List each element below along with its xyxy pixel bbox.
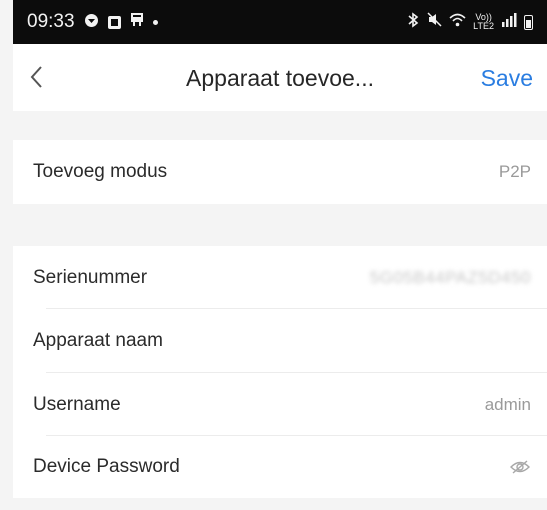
shield-icon <box>84 13 99 31</box>
bottom-area <box>13 498 547 510</box>
username-label: Username <box>33 393 121 415</box>
dot-icon <box>152 19 158 25</box>
add-mode-value: P2P <box>498 162 531 181</box>
section-gap <box>13 111 547 140</box>
sim-icon <box>130 11 144 33</box>
save-button[interactable]: Save <box>481 65 533 92</box>
eye-hidden-icon[interactable] <box>509 459 531 475</box>
nav-bar: Apparaat toevoe... Save <box>13 44 547 111</box>
page-title: Apparaat toevoe... <box>186 65 374 91</box>
device-name-label: Apparaat naam <box>33 330 163 351</box>
status-bar: 09:33 Vo)) LTE2 <box>13 0 547 44</box>
serial-number-value: 5G05B44PAZ5D450 <box>369 267 531 287</box>
add-mode-label: Toevoeg modus <box>33 161 168 182</box>
wifi-icon <box>449 13 466 32</box>
lte-indicator: Vo)) LTE2 <box>473 12 494 31</box>
username-field[interactable]: admin <box>485 395 547 415</box>
device-password-label: Device Password <box>33 456 180 477</box>
bluetooth-icon <box>406 11 420 33</box>
username-row[interactable]: Username admin <box>13 373 547 436</box>
gallery-icon <box>107 15 121 29</box>
serial-number-label: Serienummer <box>33 266 148 288</box>
serial-number-row[interactable]: Serienummer 5G05B44PAZ5D450 <box>13 246 547 309</box>
section-gap <box>13 204 547 246</box>
device-password-row[interactable]: Device Password <box>13 436 547 498</box>
battery-icon <box>524 14 533 30</box>
add-mode-row[interactable]: Toevoeg modus P2P <box>13 140 547 204</box>
signal-icon <box>501 12 517 32</box>
status-time: 09:33 <box>27 11 75 32</box>
mute-icon <box>427 12 442 32</box>
device-name-row[interactable]: Apparaat naam <box>13 309 547 373</box>
